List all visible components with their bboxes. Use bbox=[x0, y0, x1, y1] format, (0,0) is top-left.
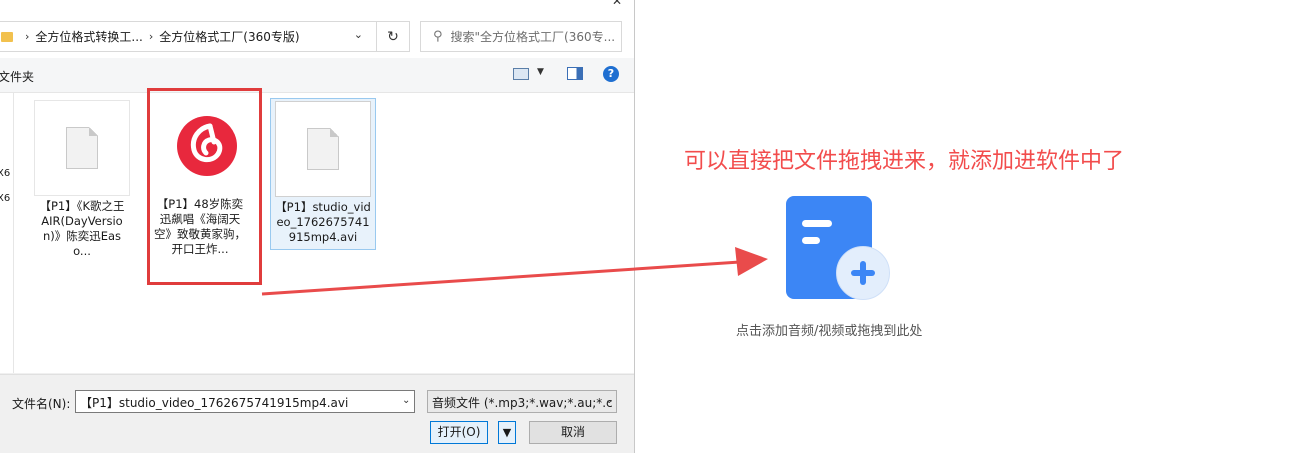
filename-dropdown-icon[interactable]: ⌄ bbox=[402, 395, 410, 406]
address-dropdown-icon[interactable]: ⌄ bbox=[354, 28, 363, 41]
document-icon bbox=[66, 127, 98, 169]
search-icon: ⚲ bbox=[433, 29, 443, 44]
filetype-dropdown-icon[interactable]: ⌄ bbox=[605, 395, 613, 406]
open-button[interactable]: 打开(O) bbox=[430, 421, 488, 444]
file-line-icon bbox=[802, 220, 832, 227]
search-placeholder: 搜索"全方位格式工厂(360专... bbox=[450, 30, 616, 44]
breadcrumb-chevron-icon: › bbox=[148, 30, 154, 43]
preview-pane-icon[interactable] bbox=[567, 67, 583, 80]
help-icon[interactable]: ? bbox=[603, 66, 619, 82]
file-item[interactable]: 【P1】《K歌之王AIR(DayVersion)》陈奕迅Easo... bbox=[34, 100, 130, 259]
view-dropdown-icon[interactable]: ▼ bbox=[537, 67, 544, 77]
open-split-dropdown-icon[interactable]: ▼ bbox=[498, 421, 516, 444]
document-icon bbox=[307, 128, 339, 170]
add-media-dropzone[interactable] bbox=[780, 192, 892, 304]
file-thumbnail bbox=[34, 100, 130, 196]
file-name: 【P1】《K歌之王AIR(DayVersion)》陈奕迅Easo... bbox=[39, 199, 125, 258]
file-thumbnail bbox=[275, 101, 371, 197]
drop-hint-text: 点击添加音频/视频或拖拽到此处 bbox=[736, 324, 923, 339]
dialog-footer: 文件名(N): 【P1】studio_video_1762675741915mp… bbox=[0, 374, 634, 453]
file-open-dialog: › 全方位格式转换工... › 全方位格式工厂(360专版) ⌄ ↻ ⚲ 搜索"… bbox=[0, 0, 635, 453]
file-name: 【P1】studio_video_1762675741915mp4.avi bbox=[275, 200, 371, 244]
breadcrumb-item[interactable]: 全方位格式工厂(360专版) bbox=[159, 28, 299, 45]
plus-icon bbox=[836, 246, 890, 300]
nav-item[interactable]: X6 bbox=[0, 168, 10, 179]
annotation-text: 可以直接把文件拖拽进来，就添加进软件中了 bbox=[684, 149, 1125, 174]
nav-item[interactable]: X6 bbox=[0, 193, 10, 204]
refresh-icon[interactable]: ↻ bbox=[376, 22, 409, 51]
file-line-icon bbox=[802, 237, 820, 244]
search-input[interactable]: ⚲ 搜索"全方位格式工厂(360专... bbox=[420, 21, 622, 52]
file-list: 【P1】《K歌之王AIR(DayVersion)》陈奕迅Easo... 【P1】… bbox=[14, 93, 634, 373]
breadcrumb-chevron-icon: › bbox=[25, 30, 30, 43]
navigation-pane[interactable]: X6 X6 bbox=[0, 93, 14, 373]
address-bar[interactable]: › 全方位格式转换工... › 全方位格式工厂(360专版) ⌄ ↻ bbox=[0, 21, 410, 52]
cancel-button[interactable]: 取消 bbox=[529, 421, 617, 444]
breadcrumb-item[interactable]: 全方位格式转换工... bbox=[35, 28, 142, 45]
view-mode-icon[interactable] bbox=[513, 68, 529, 80]
filename-label: 文件名(N): bbox=[12, 397, 71, 411]
new-folder-button[interactable]: 文件夹 bbox=[0, 68, 34, 85]
filename-input[interactable]: 【P1】studio_video_1762675741915mp4.avi bbox=[75, 390, 415, 413]
folder-icon bbox=[1, 31, 13, 42]
highlight-box bbox=[147, 88, 262, 285]
close-icon[interactable]: ✕ bbox=[612, 0, 622, 8]
file-item-selected[interactable]: 【P1】studio_video_1762675741915mp4.avi bbox=[270, 98, 376, 250]
filetype-select[interactable]: 音频文件 (*.mp3;*.wav;*.au;*.c bbox=[427, 390, 617, 413]
address-row: › 全方位格式转换工... › 全方位格式工厂(360专版) ⌄ ↻ ⚲ 搜索"… bbox=[0, 0, 634, 58]
